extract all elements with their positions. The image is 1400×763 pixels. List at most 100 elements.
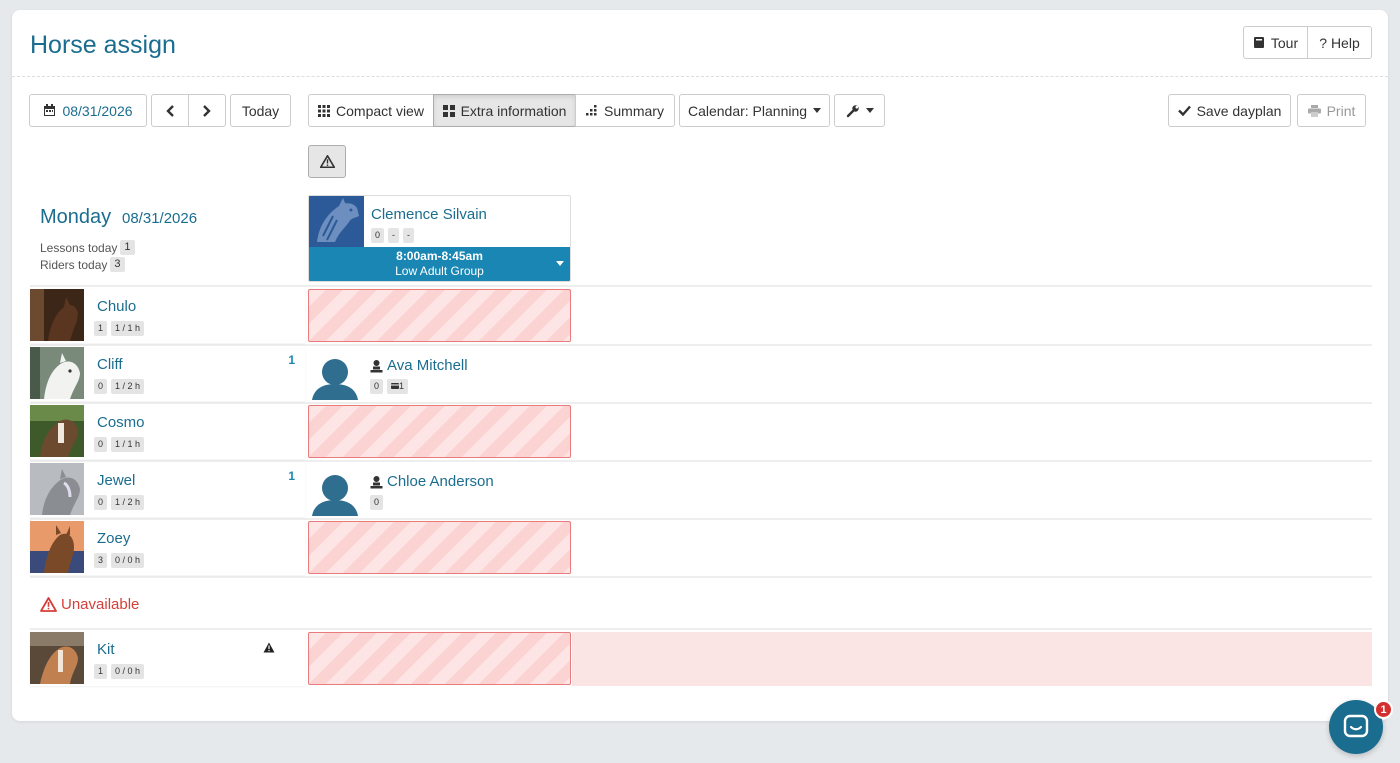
empty-assign-slot[interactable] bbox=[308, 521, 571, 574]
compact-view-label: Compact view bbox=[336, 102, 424, 119]
horse-name[interactable]: Cliff bbox=[97, 356, 123, 373]
horse-badges: 0 1 / 2 h bbox=[94, 495, 145, 510]
horse-workload-badge: 1 / 1 h bbox=[111, 437, 145, 452]
horse-row[interactable]: Cosmo 0 1 / 1 h bbox=[30, 405, 305, 459]
tools-dropdown[interactable] bbox=[834, 94, 885, 127]
caret-down-icon bbox=[865, 108, 874, 113]
lesson-group: Low Adult Group bbox=[395, 264, 484, 278]
horse-badge: 0 bbox=[94, 437, 108, 452]
tour-button[interactable]: Tour bbox=[1243, 26, 1308, 59]
book-icon bbox=[1253, 36, 1265, 49]
tour-label: Tour bbox=[1270, 34, 1299, 51]
rider-icon bbox=[370, 359, 383, 373]
page-title: Horse assign bbox=[30, 31, 176, 59]
riders-today-stat: Riders today 3 bbox=[40, 257, 125, 272]
lessons-today-label: Lessons today bbox=[40, 240, 118, 255]
horse-row[interactable]: Cliff 0 1 / 2 h 1 bbox=[30, 347, 305, 401]
check-icon bbox=[1177, 105, 1191, 116]
grid-large-icon bbox=[442, 104, 455, 117]
calendar-dropdown[interactable]: Calendar: Planning bbox=[679, 94, 830, 127]
horse-photo bbox=[30, 347, 84, 399]
rider-avatar bbox=[310, 468, 360, 516]
main-panel: Horse assign Tour ? Help 08/31/2026 Toda… bbox=[12, 10, 1388, 721]
row-divider bbox=[30, 576, 1372, 578]
chat-icon bbox=[1343, 714, 1369, 740]
horse-name[interactable]: Kit bbox=[97, 641, 115, 658]
horse-row-unavailable[interactable]: Kit 1 0 / 0 h bbox=[30, 632, 305, 686]
rider-name[interactable]: Ava Mitchell bbox=[387, 357, 468, 374]
riders-today-count: 3 bbox=[110, 257, 125, 272]
lesson-time-bar[interactable]: 8:00am-8:45am Low Adult Group bbox=[309, 247, 570, 281]
extra-information-button[interactable]: Extra information bbox=[433, 94, 576, 127]
lessons-today-stat: Lessons today 1 bbox=[40, 240, 135, 255]
horse-row[interactable]: Jewel 0 1 / 2 h 1 bbox=[30, 463, 305, 517]
save-dayplan-button[interactable]: Save dayplan bbox=[1168, 94, 1291, 127]
horse-badges: 0 1 / 2 h bbox=[94, 379, 145, 394]
horse-name[interactable]: Chulo bbox=[97, 298, 136, 315]
horse-name[interactable]: Zoey bbox=[97, 530, 130, 547]
horse-workload-badge: 1 / 1 h bbox=[111, 321, 145, 336]
horse-assign-count: 1 bbox=[288, 469, 295, 483]
empty-assign-slot[interactable] bbox=[308, 289, 571, 342]
calendar-label: Calendar: Planning bbox=[687, 102, 808, 119]
horse-workload-badge: 0 / 0 h bbox=[111, 664, 145, 679]
help-label: ? Help bbox=[1319, 34, 1360, 51]
horse-assign-count: 1 bbox=[288, 353, 295, 367]
today-button[interactable]: Today bbox=[230, 94, 291, 127]
instructor-name[interactable]: Clemence Silvain bbox=[371, 206, 487, 223]
instructor-badges: 0 - - bbox=[371, 228, 415, 243]
dot-grid-icon bbox=[586, 104, 598, 117]
rider-name[interactable]: Chloe Anderson bbox=[387, 473, 494, 490]
row-divider bbox=[30, 628, 1372, 630]
lesson-card[interactable]: Clemence Silvain 0 - - 8:00am-8:45am Low… bbox=[308, 195, 571, 282]
rider-badges: 0 1 bbox=[370, 379, 409, 394]
printer-icon bbox=[1307, 104, 1321, 117]
row-divider bbox=[30, 460, 1372, 462]
date-picker-button[interactable]: 08/31/2026 bbox=[29, 94, 147, 127]
horse-badges: 0 1 / 1 h bbox=[94, 437, 145, 452]
horse-workload-badge: 1 / 2 h bbox=[111, 495, 145, 510]
card-icon bbox=[391, 383, 400, 389]
rider-avatar bbox=[310, 352, 360, 400]
warning-icon bbox=[263, 640, 275, 658]
next-day-button[interactable] bbox=[188, 94, 226, 127]
chevron-left-icon bbox=[166, 104, 174, 117]
day-name: Monday bbox=[40, 206, 112, 228]
warnings-toggle-button[interactable] bbox=[308, 145, 346, 178]
horse-row[interactable]: Zoey 3 0 / 0 h bbox=[30, 521, 305, 575]
date-value: 08/31/2026 bbox=[62, 102, 133, 119]
print-button[interactable]: Print bbox=[1297, 94, 1366, 127]
extra-information-label: Extra information bbox=[460, 102, 567, 119]
unavailable-row-bg bbox=[572, 632, 1372, 686]
summary-label: Summary bbox=[604, 102, 664, 119]
prev-day-button[interactable] bbox=[151, 94, 189, 127]
compact-view-button[interactable]: Compact view bbox=[308, 94, 434, 127]
print-label: Print bbox=[1326, 102, 1356, 119]
help-button[interactable]: ? Help bbox=[1307, 26, 1372, 59]
lessons-today-count: 1 bbox=[120, 240, 135, 255]
summary-button[interactable]: Summary bbox=[575, 94, 675, 127]
rider-card-badge: 1 bbox=[387, 379, 409, 394]
wrench-icon bbox=[846, 104, 860, 118]
row-divider bbox=[30, 402, 1372, 404]
warning-icon bbox=[40, 597, 57, 612]
empty-assign-slot[interactable] bbox=[308, 632, 571, 685]
rider-name-line: Chloe Anderson bbox=[370, 473, 494, 490]
empty-assign-slot[interactable] bbox=[308, 405, 571, 458]
unavailable-heading: Unavailable bbox=[40, 596, 139, 613]
rider-badges: 0 bbox=[370, 495, 384, 510]
horse-badges: 1 1 / 1 h bbox=[94, 321, 145, 336]
rider-badge: 0 bbox=[370, 379, 384, 394]
rider-assignment[interactable]: Ava Mitchell 0 1 bbox=[310, 347, 580, 401]
horse-workload-badge: 1 / 2 h bbox=[111, 379, 145, 394]
horse-badge: 0 bbox=[94, 379, 108, 394]
rider-assignment[interactable]: Chloe Anderson 0 bbox=[310, 463, 580, 517]
calendar-icon bbox=[43, 104, 56, 117]
horse-row[interactable]: Chulo 1 1 / 1 h bbox=[30, 289, 305, 343]
horse-name[interactable]: Jewel bbox=[97, 472, 135, 489]
warning-icon bbox=[319, 155, 335, 168]
day-date: 08/31/2026 bbox=[122, 210, 198, 227]
rider-badge: 0 bbox=[370, 495, 384, 510]
horse-name[interactable]: Cosmo bbox=[97, 414, 145, 431]
chevron-right-icon bbox=[203, 104, 211, 117]
